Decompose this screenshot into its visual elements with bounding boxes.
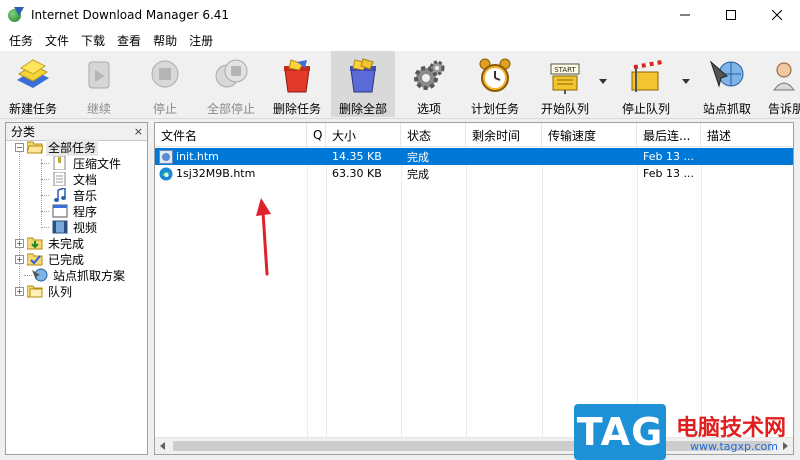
watermark-tag-logo: TAG	[574, 404, 666, 460]
watermark-site-name: 电脑技术网	[676, 416, 787, 441]
sidebar-close-icon[interactable]: ×	[134, 125, 143, 138]
site-grabber-icon	[709, 60, 744, 88]
column-queue[interactable]: Q	[307, 123, 326, 147]
queue-folder-icon	[27, 285, 43, 298]
menu-file[interactable]: 文件	[39, 32, 75, 49]
stop-queue-icon	[629, 60, 663, 92]
stop-queue-button[interactable]: 停止队列	[614, 51, 678, 117]
close-button[interactable]	[754, 0, 800, 30]
delete-all-button[interactable]: 删除全部	[331, 51, 395, 117]
delete-task-button[interactable]: 删除任务	[268, 51, 326, 117]
delete-task-icon	[284, 59, 310, 93]
menu-downloads[interactable]: 下载	[75, 32, 111, 49]
maximize-button[interactable]	[708, 0, 754, 30]
window-title: Internet Download Manager 6.41	[31, 8, 230, 22]
stop-button[interactable]: 停止	[136, 51, 194, 117]
column-status[interactable]: 状态	[401, 123, 466, 147]
menu-help[interactable]: 帮助	[147, 32, 183, 49]
tree-item-compressed[interactable]: 压缩文件	[52, 155, 123, 171]
delete-all-icon	[350, 58, 376, 93]
htm-file-icon	[159, 149, 173, 164]
scheduler-button[interactable]: 计划任务	[466, 51, 524, 117]
column-file-name[interactable]: 文件名	[155, 123, 307, 147]
tree-item-finished[interactable]: + 已完成	[15, 251, 86, 267]
svg-text:START: START	[554, 66, 576, 74]
scheduler-clock-icon	[479, 58, 511, 92]
resume-icon	[88, 61, 110, 89]
site-grabber-button[interactable]: 站点抓取	[697, 51, 757, 117]
finished-folder-icon	[27, 253, 43, 266]
download-row[interactable]: 1sj32M9B.htm 63.30 KB 完成 Feb 13 ...	[155, 165, 793, 182]
menu-view[interactable]: 查看	[111, 32, 147, 49]
column-transfer-rate[interactable]: 传输速度	[542, 123, 637, 147]
annotation-arrow-icon	[256, 198, 271, 276]
options-gear-icon	[414, 60, 445, 90]
toolbar: 新建任务 继续 停止 全部停止 删除任务 删除全部 选项 计划任务 START …	[0, 51, 800, 119]
program-window-icon	[52, 204, 68, 218]
tree-item-grabber-projects[interactable]: 站点抓取方案	[32, 267, 127, 283]
idm-app-icon	[8, 7, 24, 23]
archive-icon	[53, 156, 66, 170]
column-description[interactable]: 描述	[701, 123, 793, 147]
tree-item-documents[interactable]: 文档	[52, 171, 99, 187]
tree-item-all-tasks[interactable]: − 全部任务	[15, 138, 99, 156]
expand-toggle[interactable]: +	[15, 286, 24, 296]
menu-register[interactable]: 注册	[183, 32, 219, 49]
category-sidebar: 分类 × − 全部任务 压缩文件 文档 音乐 程序 视频 + 未完成 + 已完成…	[5, 122, 148, 455]
close-icon	[772, 10, 782, 20]
tell-friend-button[interactable]: 告诉朋	[764, 51, 800, 117]
watermark: TAG 电脑技术网 www.tagxp.com	[574, 404, 800, 460]
scroll-left-icon[interactable]	[160, 442, 165, 450]
tell-friend-icon	[773, 62, 795, 91]
stop-queue-dropdown-arrow[interactable]	[682, 79, 690, 84]
document-icon	[53, 172, 66, 186]
stop-all-icon	[215, 59, 248, 88]
menu-tasks[interactable]: 任务	[3, 32, 39, 49]
maximize-icon	[726, 10, 736, 20]
expand-toggle[interactable]: +	[15, 254, 24, 264]
new-task-button[interactable]: 新建任务	[4, 51, 62, 117]
tree-item-video[interactable]: 视频	[52, 219, 99, 235]
unfinished-folder-icon	[27, 237, 43, 250]
music-note-icon	[54, 188, 66, 202]
start-queue-icon: START	[550, 63, 580, 94]
watermark-url: www.tagxp.com	[690, 440, 778, 453]
download-row[interactable]: init.htm 14.35 KB 完成 Feb 13 ...	[155, 148, 793, 165]
tree-item-unfinished[interactable]: + 未完成	[15, 235, 86, 251]
column-size[interactable]: 大小	[326, 123, 401, 147]
stop-all-button[interactable]: 全部停止	[200, 51, 262, 117]
new-task-icon	[17, 59, 49, 88]
tree-item-queues[interactable]: + 队列	[15, 283, 74, 299]
title-bar: Internet Download Manager 6.41	[0, 0, 800, 30]
grabber-project-icon	[32, 268, 48, 282]
collapse-toggle[interactable]: −	[15, 142, 24, 152]
start-queue-dropdown-arrow[interactable]	[599, 79, 607, 84]
options-button[interactable]: 选项	[403, 51, 455, 117]
expand-toggle[interactable]: +	[15, 238, 24, 248]
resume-button[interactable]: 继续	[70, 51, 128, 117]
minimize-button[interactable]	[662, 0, 708, 30]
list-header: 文件名 Q 大小 状态 剩余时间 传输速度 最后连... 描述	[155, 123, 793, 147]
minimize-icon	[680, 14, 690, 16]
edge-browser-icon	[159, 167, 173, 180]
column-time-left[interactable]: 剩余时间	[466, 123, 542, 147]
tree-item-programs[interactable]: 程序	[52, 203, 99, 219]
menu-bar: 任务 文件 下载 查看 帮助 注册	[0, 30, 800, 51]
tree-item-music[interactable]: 音乐	[52, 187, 99, 203]
folder-open-icon	[27, 141, 43, 154]
start-queue-button[interactable]: START 开始队列	[533, 51, 597, 117]
column-last-try[interactable]: 最后连...	[637, 123, 701, 147]
stop-icon	[151, 60, 179, 88]
film-icon	[52, 220, 68, 234]
